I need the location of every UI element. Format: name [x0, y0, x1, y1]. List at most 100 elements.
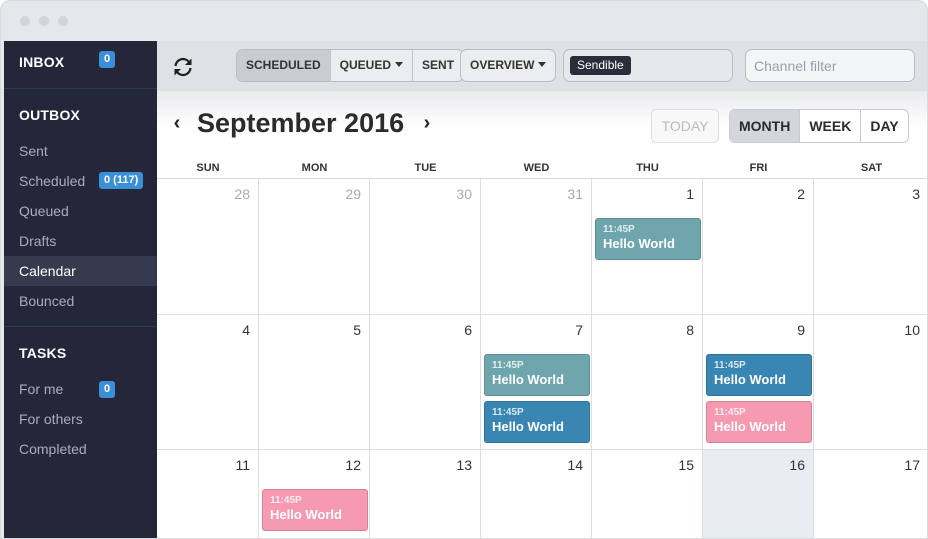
- sidebar-item-completed[interactable]: Completed: [4, 434, 157, 464]
- calendar-day-cell[interactable]: 7 11:45P Hello World 11:45P Hello World: [481, 315, 592, 450]
- event-title: Hello World: [270, 507, 342, 522]
- sidebar-inbox[interactable]: INBOX: [19, 54, 64, 70]
- day-number: 17: [904, 457, 920, 473]
- day-number: 4: [242, 322, 250, 338]
- event-title: Hello World: [492, 419, 564, 434]
- weekday-header-fri: FRI: [703, 157, 814, 179]
- day-number: 11: [235, 457, 250, 473]
- sidebar-item-calendar[interactable]: Calendar: [4, 256, 157, 286]
- window-minimize-dot[interactable]: [39, 16, 49, 26]
- calendar-day-cell[interactable]: 16: [703, 450, 814, 538]
- calendar-event[interactable]: 11:45P Hello World: [595, 218, 701, 260]
- overview-button[interactable]: OVERVIEW: [461, 50, 555, 81]
- calendar-day-cell[interactable]: 13: [370, 450, 481, 538]
- tab-sent[interactable]: SENT: [413, 50, 463, 81]
- calendar-day-cell[interactable]: 29: [259, 179, 370, 315]
- sidebar-item-queued[interactable]: Queued: [4, 196, 157, 226]
- calendar-event[interactable]: 11:45P Hello World: [262, 489, 368, 531]
- page-title: September 2016: [197, 108, 405, 138]
- next-month-icon[interactable]: ›: [420, 113, 434, 133]
- calendar-day-cell[interactable]: 28: [157, 179, 259, 315]
- day-number: 1: [686, 186, 694, 202]
- calendar-header: ‹ September 2016 › TODAY MONTH WEEK DAY: [157, 91, 927, 157]
- toolbar: SCHEDULED QUEUED SENT OVERVIEW Sendible: [157, 41, 927, 91]
- calendar-day-cell[interactable]: 6: [370, 315, 481, 450]
- calendar-day-cell[interactable]: 3: [814, 179, 927, 315]
- weekday-header-thu: THU: [592, 157, 703, 179]
- sidebar-item-label: For me: [19, 381, 64, 397]
- sidebar-item-for-me[interactable]: For me 0: [4, 374, 157, 404]
- calendar-day-cell[interactable]: 15: [592, 450, 703, 538]
- calendar-day-cell[interactable]: 17: [814, 450, 927, 538]
- event-time: 11:45P: [492, 407, 524, 418]
- calendar-event[interactable]: 11:45P Hello World: [706, 401, 812, 443]
- day-number: 16: [789, 457, 805, 473]
- event-title: Hello World: [492, 372, 564, 387]
- tab-scheduled[interactable]: SCHEDULED: [237, 50, 331, 81]
- sidebar-tasks[interactable]: TASKS: [19, 345, 66, 361]
- calendar-day-cell[interactable]: 10: [814, 315, 927, 450]
- event-time: 11:45P: [714, 407, 746, 418]
- calendar-day-cell[interactable]: 4: [157, 315, 259, 450]
- calendar-day-cell[interactable]: 14: [481, 450, 592, 538]
- weekday-header-sun: SUN: [157, 157, 259, 179]
- calendar-day-cell[interactable]: 8: [592, 315, 703, 450]
- event-title: Hello World: [714, 419, 786, 434]
- sidebar-item-scheduled[interactable]: Scheduled 0 (117): [4, 166, 157, 196]
- view-week-button[interactable]: WEEK: [800, 110, 862, 142]
- sidebar-divider: [4, 88, 157, 89]
- calendar-event[interactable]: 11:45P Hello World: [484, 401, 590, 443]
- calendar-day-cell[interactable]: 9 11:45P Hello World 11:45P Hello World: [703, 315, 814, 450]
- overview-dropdown[interactable]: OVERVIEW: [460, 49, 557, 82]
- app-window: INBOX 0 OUTBOX Sent Scheduled 0 (117) Qu…: [0, 0, 928, 539]
- event-time: 11:45P: [270, 495, 302, 506]
- sidebar-divider: [4, 326, 157, 327]
- day-number: 2: [797, 186, 805, 202]
- chevron-down-icon: [395, 62, 404, 67]
- sidebar-item-bounced[interactable]: Bounced: [4, 286, 157, 316]
- calendar-event[interactable]: 11:45P Hello World: [706, 354, 812, 396]
- scheduled-badge: 0 (117): [99, 172, 144, 189]
- event-title: Hello World: [603, 236, 675, 251]
- calendar-day-cell[interactable]: 30: [370, 179, 481, 315]
- channel-filter-input[interactable]: [745, 49, 915, 82]
- calendar-day-cell[interactable]: 5: [259, 315, 370, 450]
- today-button[interactable]: TODAY: [651, 109, 719, 143]
- sidebar-item-for-others[interactable]: For others: [4, 404, 157, 434]
- chevron-down-icon: [538, 62, 547, 67]
- inbox-badge: 0: [99, 51, 116, 68]
- calendar-day-cell[interactable]: 1 11:45P Hello World: [592, 179, 703, 315]
- prev-month-icon[interactable]: ‹: [170, 113, 184, 133]
- day-number: 14: [567, 457, 583, 473]
- profile-tag[interactable]: Sendible: [570, 56, 631, 75]
- sidebar-item-sent[interactable]: Sent: [4, 136, 157, 166]
- day-number: 3: [912, 186, 920, 202]
- calendar-day-cell[interactable]: 12 11:45P Hello World: [259, 450, 370, 538]
- sidebar: INBOX 0 OUTBOX Sent Scheduled 0 (117) Qu…: [4, 41, 157, 538]
- view-month-button[interactable]: MONTH: [730, 110, 801, 142]
- window-zoom-dot[interactable]: [58, 16, 68, 26]
- sidebar-item-drafts[interactable]: Drafts: [4, 226, 157, 256]
- day-number: 13: [456, 457, 472, 473]
- sidebar-outbox[interactable]: OUTBOX: [19, 107, 80, 123]
- profile-tag-input[interactable]: Sendible: [563, 49, 733, 82]
- calendar-day-cell[interactable]: 2: [703, 179, 814, 315]
- weekday-header-wed: WED: [481, 157, 592, 179]
- day-number: 31: [567, 186, 583, 202]
- tab-queued[interactable]: QUEUED: [331, 50, 414, 81]
- window-close-dot[interactable]: [20, 16, 30, 26]
- day-number: 30: [456, 186, 472, 202]
- calendar-event[interactable]: 11:45P Hello World: [484, 354, 590, 396]
- calendar-day-cell[interactable]: 11: [157, 450, 259, 538]
- for-me-badge: 0: [99, 381, 116, 398]
- day-number: 8: [686, 322, 694, 338]
- title-bar: [1, 1, 927, 41]
- day-number: 6: [464, 322, 472, 338]
- event-time: 11:45P: [714, 360, 746, 371]
- view-day-button[interactable]: DAY: [861, 110, 907, 142]
- calendar-day-cell[interactable]: 31: [481, 179, 592, 315]
- overview-label: OVERVIEW: [470, 58, 535, 72]
- sidebar-item-label: Scheduled: [19, 173, 86, 189]
- refresh-icon[interactable]: [171, 55, 195, 79]
- day-number: 29: [345, 186, 361, 202]
